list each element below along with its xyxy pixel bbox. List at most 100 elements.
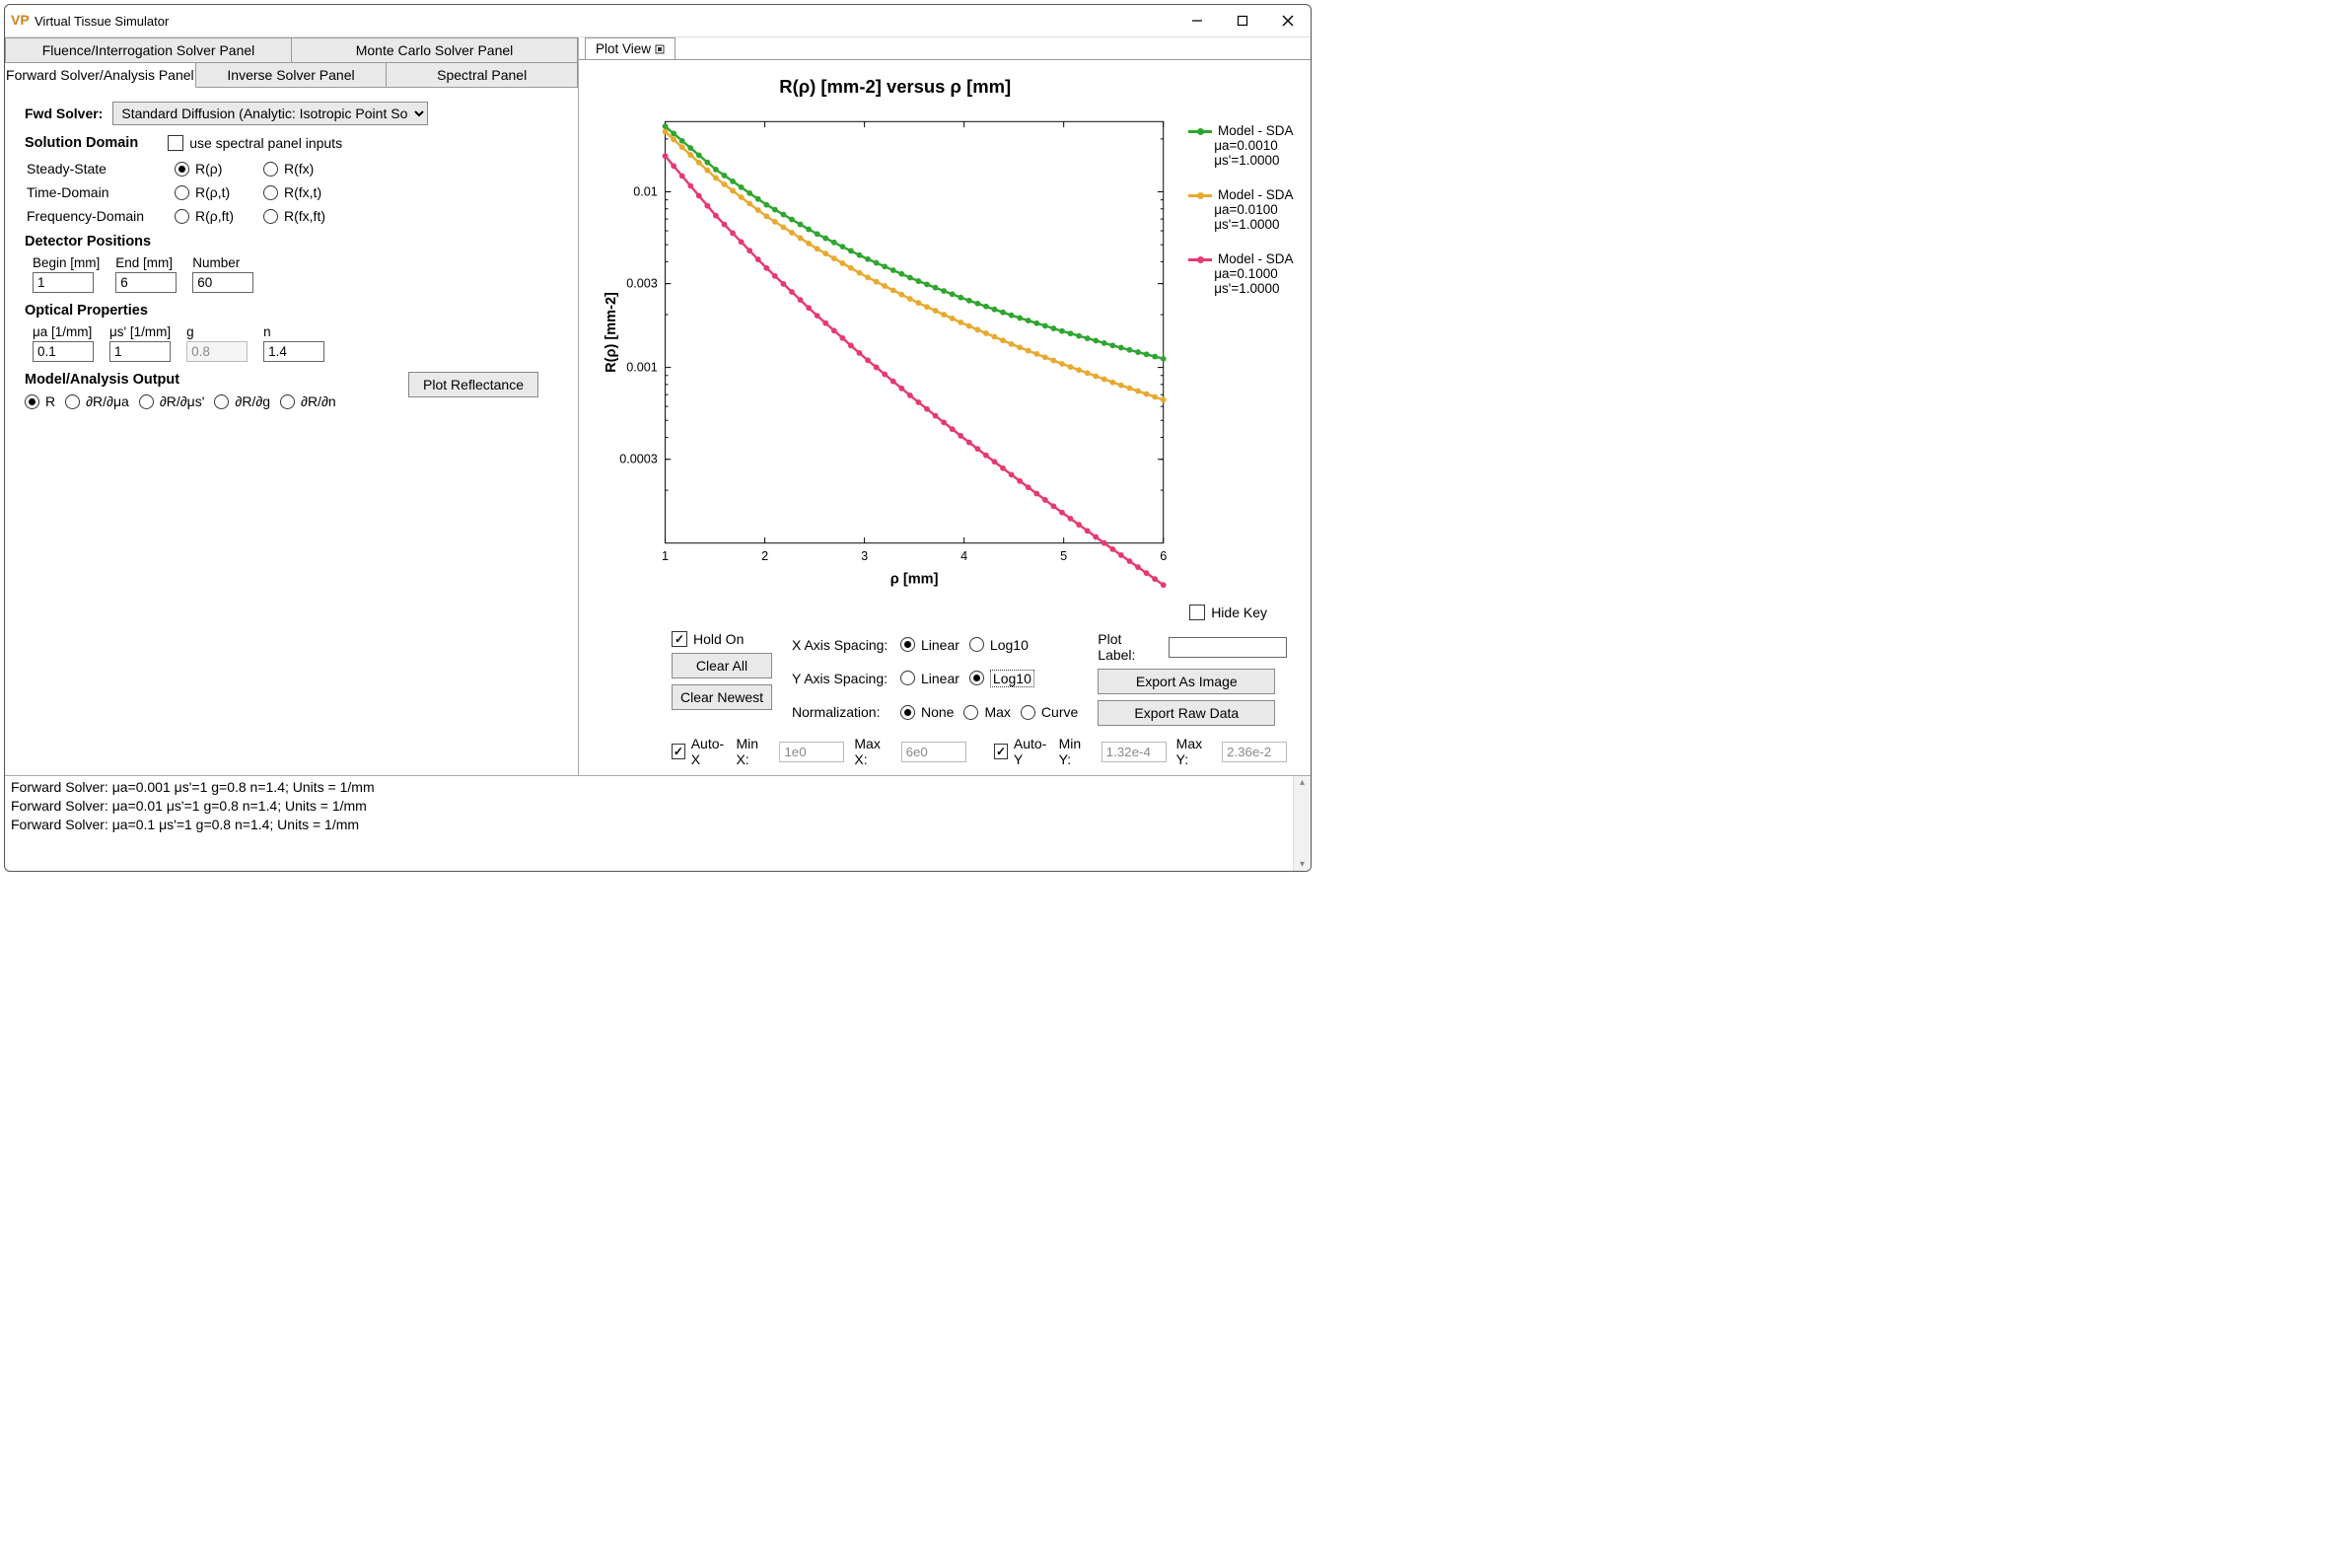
detector-input[interactable] xyxy=(192,272,253,293)
app-window: VP Virtual Tissue Simulator Fluence/Inte… xyxy=(4,4,1312,872)
min-y-input[interactable] xyxy=(1101,742,1167,762)
left-panel: Fluence/Interrogation Solver PanelMonte … xyxy=(5,37,579,775)
plot-reflectance-button[interactable]: Plot Reflectance xyxy=(408,372,538,397)
clear-all-button[interactable]: Clear All xyxy=(672,653,772,678)
optical-input[interactable] xyxy=(33,341,94,362)
detector-input[interactable] xyxy=(33,272,94,293)
chart: R(ρ) [mm-2] versus ρ [mm]0.00030.0010.00… xyxy=(583,64,1188,601)
plot-controls: Hold On Clear All Clear Newest X Axis Sp… xyxy=(583,631,1307,730)
svg-text:0.003: 0.003 xyxy=(626,277,658,291)
max-x-input[interactable] xyxy=(901,742,966,762)
svg-text:R(ρ) [mm-2]: R(ρ) [mm-2] xyxy=(604,292,619,373)
optical-col-label: g xyxy=(186,324,248,339)
primary-tab[interactable]: Monte Carlo Solver Panel xyxy=(291,37,578,62)
detector-title: Detector Positions xyxy=(25,234,558,249)
detector-col-label: End [mm] xyxy=(115,255,177,270)
log-line: Forward Solver: μa=0.01 μs'=1 g=0.8 n=1.… xyxy=(11,797,1305,816)
auto-y-checkbox[interactable]: Auto-Y xyxy=(994,736,1048,767)
x-axis-spacing-label: X Axis Spacing: xyxy=(792,637,900,653)
plot-view-tab[interactable]: Plot View xyxy=(585,37,675,59)
domain-radio[interactable]: R(fx) xyxy=(263,161,352,177)
detector-col-label: Number xyxy=(192,255,253,270)
pin-icon xyxy=(655,44,665,54)
domain-radio[interactable]: R(ρ) xyxy=(175,161,263,177)
secondary-tab[interactable]: Inverse Solver Panel xyxy=(196,63,388,88)
optical-input[interactable] xyxy=(186,341,248,362)
export-image-button[interactable]: Export As Image xyxy=(1098,669,1275,694)
chart-zone: R(ρ) [mm-2] versus ρ [mm]0.00030.0010.00… xyxy=(583,64,1307,601)
normalization-radio[interactable]: Max xyxy=(963,704,1010,720)
svg-text:R(ρ) [mm-2] versus ρ [mm]: R(ρ) [mm-2] versus ρ [mm] xyxy=(779,76,1011,97)
detector-col-label: Begin [mm] xyxy=(33,255,100,270)
log-output: Forward Solver: μa=0.001 μs'=1 g=0.8 n=1… xyxy=(5,775,1311,871)
secondary-tab[interactable]: Forward Solver/Analysis Panel xyxy=(5,63,196,88)
forward-solver-panel: Fwd Solver: Standard Diffusion (Analytic… xyxy=(5,88,578,775)
svg-text:5: 5 xyxy=(1060,549,1067,563)
optical-input[interactable] xyxy=(109,341,171,362)
x-axis-spacing-radio[interactable]: Linear xyxy=(900,637,959,653)
axis-options: X Axis Spacing:LinearLog10Y Axis Spacing… xyxy=(792,631,1078,726)
title-bar: VP Virtual Tissue Simulator xyxy=(5,5,1311,37)
normalization-radio[interactable]: None xyxy=(900,704,954,720)
y-axis-spacing-label: Y Axis Spacing: xyxy=(792,671,900,686)
y-axis-spacing-radio[interactable]: Log10 xyxy=(969,670,1034,687)
optical-col-label: μa [1/mm] xyxy=(33,324,94,339)
domain-row-label: Time-Domain xyxy=(27,184,175,200)
output-radio[interactable]: ∂R/∂n xyxy=(280,393,336,409)
y-axis-spacing-radio[interactable]: Linear xyxy=(900,670,959,687)
solution-domain-grid: Steady-StateR(ρ)R(fx)Time-DomainR(ρ,t)R(… xyxy=(27,161,558,224)
window-title: Virtual Tissue Simulator xyxy=(35,14,169,29)
normalization-label: Normalization: xyxy=(792,704,900,720)
detector-input[interactable] xyxy=(115,272,177,293)
fwd-solver-label: Fwd Solver: xyxy=(25,106,103,121)
output-radio[interactable]: ∂R/∂μs' xyxy=(139,393,205,409)
hold-on-checkbox[interactable]: Hold On xyxy=(672,631,772,647)
svg-text:0.001: 0.001 xyxy=(626,361,658,375)
domain-radio[interactable]: R(fx,t) xyxy=(263,184,352,200)
legend-entry: Model - SDA μa=0.1000 μs'=1.0000 xyxy=(1188,251,1307,296)
fwd-solver-select[interactable]: Standard Diffusion (Analytic: Isotropic … xyxy=(112,102,428,125)
domain-radio[interactable]: R(ρ,ft) xyxy=(175,208,263,224)
svg-text:0.01: 0.01 xyxy=(633,184,658,198)
minimize-button[interactable] xyxy=(1174,5,1220,36)
secondary-tab[interactable]: Spectral Panel xyxy=(387,63,578,88)
x-axis-spacing-radio[interactable]: Log10 xyxy=(969,637,1029,653)
max-y-input[interactable] xyxy=(1222,742,1287,762)
log-line: Forward Solver: μa=0.001 μs'=1 g=0.8 n=1… xyxy=(11,778,1305,797)
spectral-checkbox[interactable]: use spectral panel inputs xyxy=(168,135,342,151)
optical-inputs: μa [1/mm] μs' [1/mm] g n xyxy=(33,324,558,362)
maximize-button[interactable] xyxy=(1220,5,1265,36)
output-radio[interactable]: ∂R/∂μa xyxy=(65,393,129,409)
svg-text:2: 2 xyxy=(761,549,768,563)
plot-label-label: Plot Label: xyxy=(1098,631,1159,663)
auto-range-row: Auto-X Min X: Max X: Auto-Y Min Y: Max Y… xyxy=(583,730,1307,771)
close-button[interactable] xyxy=(1265,5,1311,36)
normalization-radio[interactable]: Curve xyxy=(1021,704,1078,720)
clear-newest-button[interactable]: Clear Newest xyxy=(672,684,772,710)
svg-text:4: 4 xyxy=(960,549,967,563)
legend-entry: Model - SDA μa=0.0010 μs'=1.0000 xyxy=(1188,123,1307,168)
main-area: Fluence/Interrogation Solver PanelMonte … xyxy=(5,37,1311,775)
optical-title: Optical Properties xyxy=(25,303,558,319)
primary-tab[interactable]: Fluence/Interrogation Solver Panel xyxy=(5,37,291,62)
solution-domain-title: Solution Domain xyxy=(25,135,138,151)
domain-radio[interactable]: R(ρ,t) xyxy=(175,184,263,200)
output-radio[interactable]: R xyxy=(25,393,55,409)
domain-row-label: Frequency-Domain xyxy=(27,208,175,224)
scrollbar[interactable]: ▴▾ xyxy=(1293,776,1311,871)
optical-col-label: n xyxy=(263,324,324,339)
optical-input[interactable] xyxy=(263,341,324,362)
app-icon: VP xyxy=(11,12,29,30)
plot-label-input[interactable] xyxy=(1169,637,1287,658)
right-panel: Plot View R(ρ) [mm-2] versus ρ [mm]0.000… xyxy=(579,37,1311,775)
output-radio[interactable]: ∂R/∂g xyxy=(214,393,270,409)
export-data-button[interactable]: Export Raw Data xyxy=(1098,700,1275,726)
min-x-input[interactable] xyxy=(779,742,844,762)
svg-text:ρ [mm]: ρ [mm] xyxy=(890,572,939,588)
hide-key-checkbox[interactable]: Hide Key xyxy=(1189,605,1267,620)
plot-body: R(ρ) [mm-2] versus ρ [mm]0.00030.0010.00… xyxy=(579,59,1311,775)
domain-row-label: Steady-State xyxy=(27,161,175,177)
auto-x-checkbox[interactable]: Auto-X xyxy=(672,736,726,767)
domain-radio[interactable]: R(fx,ft) xyxy=(263,208,352,224)
svg-text:3: 3 xyxy=(861,549,868,563)
